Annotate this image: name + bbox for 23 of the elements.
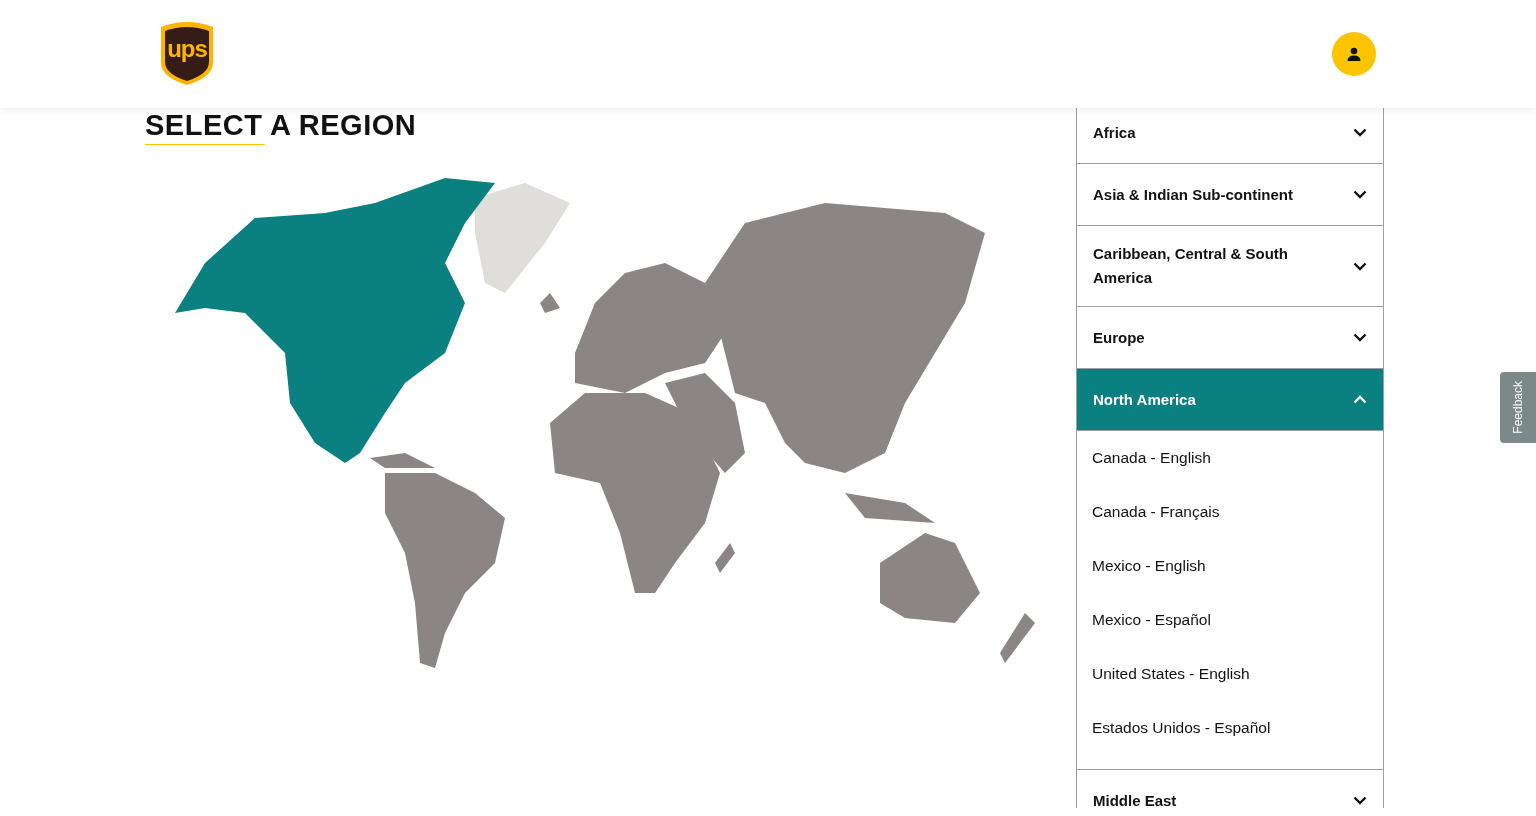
region-accordion-header[interactable]: Africa [1077,108,1383,164]
profile-button[interactable] [1332,32,1376,76]
region-accordion-header[interactable]: Caribbean, Central & South America [1077,226,1383,307]
chevron-down-icon [1353,333,1367,342]
country-link[interactable]: Canada - Français [1077,485,1383,539]
logo-text: ups [166,35,208,63]
chevron-up-icon [1353,395,1367,404]
chevron-down-icon [1353,190,1367,199]
country-link[interactable]: Mexico - Español [1077,593,1383,647]
country-link[interactable]: United States - English [1077,647,1383,701]
region-accordion-header[interactable]: Asia & Indian Sub-continent [1077,164,1383,226]
country-link[interactable]: Mexico - English [1077,539,1383,593]
country-link[interactable]: Estados Unidos - Español [1077,701,1383,755]
person-icon [1346,46,1362,62]
region-accordion-header[interactable]: Middle East [1077,770,1383,808]
chevron-down-icon [1353,128,1367,137]
page-title: SELECT A REGION [145,108,417,142]
ups-logo[interactable]: ups [159,21,215,87]
country-link[interactable]: Canada - English [1077,431,1383,485]
chevron-down-icon [1353,261,1367,271]
feedback-tab[interactable]: Feedback [1500,372,1536,443]
chevron-down-icon [1353,796,1367,805]
region-accordion-header[interactable]: North America [1077,369,1383,431]
